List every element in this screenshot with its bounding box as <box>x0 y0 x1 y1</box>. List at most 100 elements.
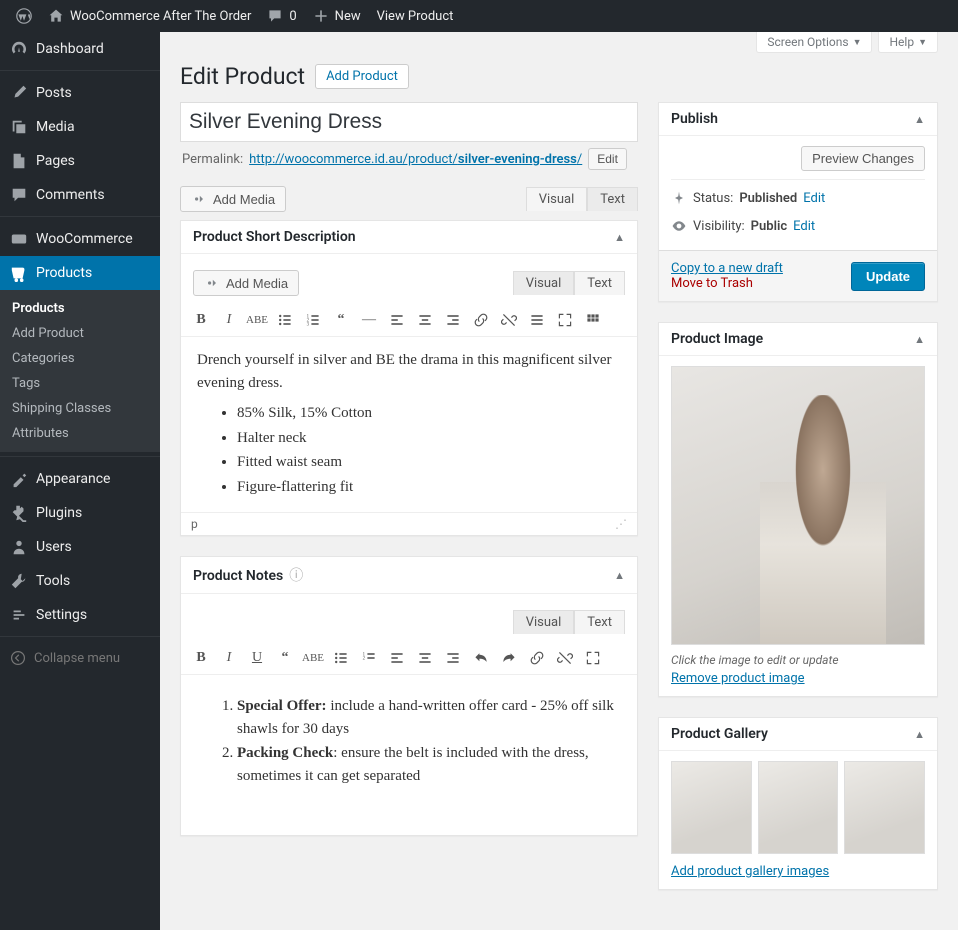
gallery-thumb[interactable] <box>758 761 839 854</box>
fullscreen-icon[interactable] <box>581 646 605 670</box>
undo-icon[interactable] <box>469 646 493 670</box>
menu-users[interactable]: Users <box>0 530 160 564</box>
menu-posts[interactable]: Posts <box>0 76 160 110</box>
gallery-thumb[interactable] <box>844 761 925 854</box>
ul-icon[interactable] <box>329 646 353 670</box>
menu-pages[interactable]: Pages <box>0 144 160 178</box>
remove-product-image-link[interactable]: Remove product image <box>671 671 805 686</box>
product-image-title: Product Image <box>671 331 763 347</box>
align-left-icon[interactable] <box>385 308 409 332</box>
ul-icon[interactable] <box>273 308 297 332</box>
product-gallery-title: Product Gallery <box>671 726 768 742</box>
comments-bubble[interactable]: 0 <box>259 0 304 32</box>
new-label: New <box>335 9 361 24</box>
submenu-add-product[interactable]: Add Product <box>0 321 160 346</box>
help-toggle[interactable]: Help▼ <box>878 32 938 53</box>
menu-tools[interactable]: Tools <box>0 564 160 598</box>
align-right-icon[interactable] <box>441 308 465 332</box>
permalink-label: Permalink: <box>182 152 243 167</box>
move-to-trash-link[interactable]: Move to Trash <box>671 276 783 291</box>
menu-plugins[interactable]: Plugins <box>0 496 160 530</box>
tab-visual-short[interactable]: Visual <box>513 271 575 295</box>
view-product[interactable]: View Product <box>369 0 462 32</box>
add-media-button-short[interactable]: Add Media <box>193 270 299 296</box>
align-center-icon[interactable] <box>413 646 437 670</box>
submenu-attributes[interactable]: Attributes <box>0 421 160 446</box>
submenu-categories[interactable]: Categories <box>0 346 160 371</box>
submenu-products-all[interactable]: Products <box>0 296 160 321</box>
add-media-button-main[interactable]: Add Media <box>180 186 286 212</box>
link-icon[interactable] <box>525 646 549 670</box>
edit-visibility-link[interactable]: Edit <box>793 219 815 234</box>
help-icon[interactable]: ⓘ <box>289 568 303 584</box>
resize-handle-icon[interactable]: ⋰ <box>615 517 627 531</box>
link-icon[interactable] <box>469 308 493 332</box>
menu-woocommerce[interactable]: WooCommerce <box>0 222 160 256</box>
tab-text-notes[interactable]: Text <box>574 610 625 634</box>
ol-icon[interactable]: 12 <box>357 646 381 670</box>
menu-products[interactable]: Products <box>0 256 160 290</box>
notes-item: Special Offer: include a hand-written of… <box>237 695 621 740</box>
submenu-tags[interactable]: Tags <box>0 371 160 396</box>
blockquote-icon[interactable]: “ <box>329 308 353 332</box>
italic-icon[interactable]: I <box>217 308 241 332</box>
toggle-box-icon[interactable]: ▲ <box>914 113 925 126</box>
product-featured-image[interactable] <box>671 366 925 645</box>
update-button[interactable]: Update <box>851 262 925 291</box>
hr-icon[interactable]: — <box>357 308 381 332</box>
align-left-icon[interactable] <box>385 646 409 670</box>
submenu-shipping-classes[interactable]: Shipping Classes <box>0 396 160 421</box>
menu-dashboard[interactable]: Dashboard <box>0 32 160 66</box>
menu-comments[interactable]: Comments <box>0 178 160 212</box>
underline-icon[interactable]: U <box>245 646 269 670</box>
site-home[interactable]: WooCommerce After The Order <box>40 0 259 32</box>
strikethrough-icon[interactable]: ABE <box>301 646 325 670</box>
add-gallery-images-link[interactable]: Add product gallery images <box>671 864 829 879</box>
menu-settings[interactable]: Settings <box>0 598 160 632</box>
comment-count: 0 <box>289 9 296 24</box>
publish-box: Publish▲ Preview Changes Status: Publish… <box>658 102 938 302</box>
bold-icon[interactable]: B <box>189 646 213 670</box>
ol-icon[interactable]: 123 <box>301 308 325 332</box>
tab-text-main[interactable]: Text <box>587 187 638 211</box>
strikethrough-icon[interactable]: ABE <box>245 308 269 332</box>
title-box <box>180 102 638 142</box>
short-description-editor[interactable]: Drench yourself in silver and BE the dra… <box>181 337 637 512</box>
screen-options-toggle[interactable]: Screen Options▼ <box>756 32 872 53</box>
blockquote-icon[interactable]: “ <box>273 646 297 670</box>
tab-visual-notes[interactable]: Visual <box>513 610 575 634</box>
redo-icon[interactable] <box>497 646 521 670</box>
menu-appearance[interactable]: Appearance <box>0 462 160 496</box>
wp-logo[interactable] <box>8 0 40 32</box>
toolbar-toggle-icon[interactable] <box>581 308 605 332</box>
unlink-icon[interactable] <box>553 646 577 670</box>
status-value: Published <box>739 191 797 206</box>
product-notes-title: Product Notes <box>193 568 283 584</box>
permalink-link[interactable]: http://woocommerce.id.au/product/silver-… <box>249 152 582 167</box>
toggle-box-icon[interactable]: ▲ <box>614 231 625 244</box>
add-product-button[interactable]: Add Product <box>315 64 409 89</box>
tab-text-short[interactable]: Text <box>574 271 625 295</box>
tab-visual-main[interactable]: Visual <box>526 187 588 211</box>
align-center-icon[interactable] <box>413 308 437 332</box>
align-right-icon[interactable] <box>441 646 465 670</box>
edit-status-link[interactable]: Edit <box>803 191 825 206</box>
bold-icon[interactable]: B <box>189 308 213 332</box>
copy-draft-link[interactable]: Copy to a new draft <box>671 261 783 276</box>
unlink-icon[interactable] <box>497 308 521 332</box>
product-notes-editor[interactable]: Special Offer: include a hand-written of… <box>181 675 637 835</box>
short-description-title: Product Short Description <box>193 229 356 245</box>
permalink-edit-button[interactable]: Edit <box>588 148 627 170</box>
gallery-thumb[interactable] <box>671 761 752 854</box>
menu-media[interactable]: Media <box>0 110 160 144</box>
new-content[interactable]: New <box>305 0 369 32</box>
toggle-box-icon[interactable]: ▲ <box>914 333 925 346</box>
toggle-box-icon[interactable]: ▲ <box>614 569 625 582</box>
more-icon[interactable] <box>525 308 549 332</box>
admin-bar: WooCommerce After The Order 0 New View P… <box>0 0 958 32</box>
fullscreen-icon[interactable] <box>553 308 577 332</box>
collapse-menu[interactable]: Collapse menu <box>0 642 160 674</box>
italic-icon[interactable]: I <box>217 646 241 670</box>
preview-changes-button[interactable]: Preview Changes <box>801 146 925 171</box>
product-title-input[interactable] <box>189 106 629 138</box>
